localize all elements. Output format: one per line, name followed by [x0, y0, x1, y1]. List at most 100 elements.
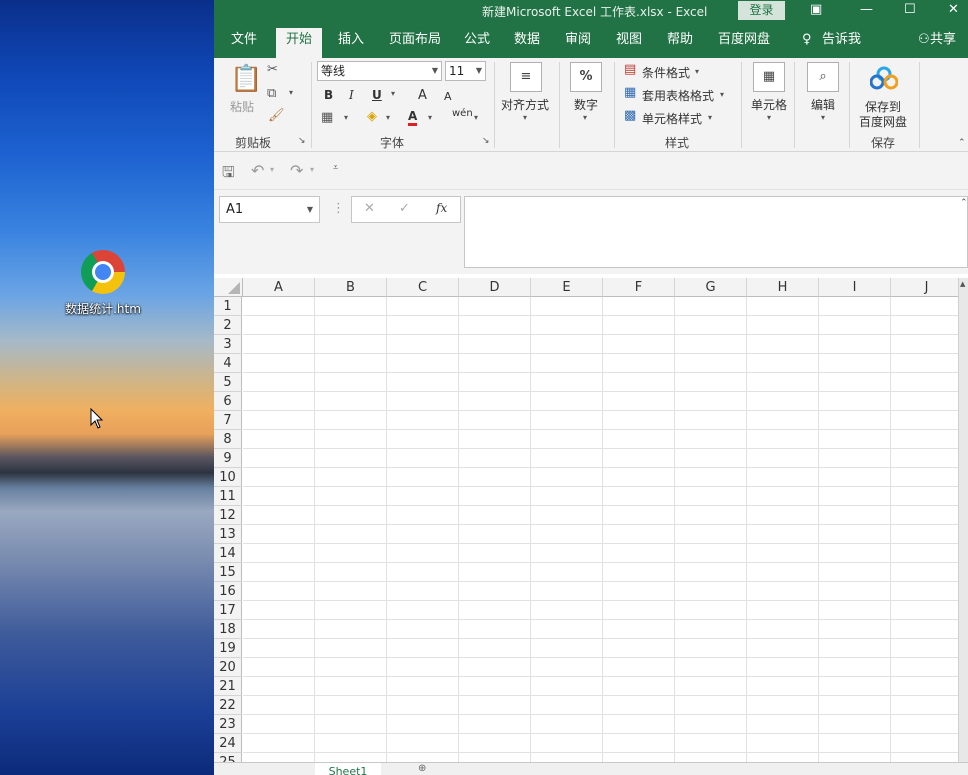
alignment-dropdown-icon[interactable]: ▾	[523, 113, 527, 122]
alignment-button[interactable]: 对齐方式	[501, 96, 549, 113]
row-header-22[interactable]: 22	[214, 696, 242, 715]
chevron-down-icon[interactable]: ▾	[695, 67, 699, 76]
tab-review[interactable]: 审阅	[555, 28, 601, 58]
fill-color-dropdown-icon[interactable]: ▾	[386, 113, 390, 122]
chevron-down-icon[interactable]: ▾	[708, 113, 712, 122]
column-header-f[interactable]: F	[603, 278, 675, 297]
row-header-16[interactable]: 16	[214, 582, 242, 601]
column-header-h[interactable]: H	[747, 278, 819, 297]
redo-icon[interactable]: ↷	[290, 161, 303, 180]
row-header-2[interactable]: 2	[214, 316, 242, 335]
row-header-3[interactable]: 3	[214, 335, 242, 354]
borders-icon[interactable]: ▦	[321, 110, 333, 125]
cells-button[interactable]: 单元格	[751, 96, 787, 113]
row-header-17[interactable]: 17	[214, 601, 242, 620]
column-header-g[interactable]: G	[675, 278, 747, 297]
ribbon-display-options-icon[interactable]: ▣	[810, 2, 822, 17]
row-header-24[interactable]: 24	[214, 734, 242, 753]
bold-button[interactable]: B	[324, 88, 333, 102]
maximize-icon[interactable]: ☐	[904, 2, 916, 17]
row-header-18[interactable]: 18	[214, 620, 242, 639]
format-painter-icon[interactable]: 🖌	[268, 108, 285, 123]
copy-dropdown-icon[interactable]: ▾	[289, 88, 293, 97]
sheet-tab[interactable]: Sheet1	[315, 763, 381, 775]
row-header-15[interactable]: 15	[214, 563, 242, 582]
cell-styles-icon[interactable]: ▩	[624, 108, 636, 123]
row-header-4[interactable]: 4	[214, 354, 242, 373]
row-header-1[interactable]: 1	[214, 297, 242, 316]
desktop-icon-htm-file[interactable]: 数据统计.htm	[58, 250, 148, 317]
editing-dropdown-icon[interactable]: ▾	[821, 113, 825, 122]
select-all-button[interactable]	[214, 278, 243, 297]
row-header-8[interactable]: 8	[214, 430, 242, 449]
collapse-formula-bar-icon[interactable]: ⌃	[960, 198, 968, 208]
borders-dropdown-icon[interactable]: ▾	[344, 113, 348, 122]
row-header-19[interactable]: 19	[214, 639, 242, 658]
grow-font-button[interactable]: A	[418, 88, 427, 103]
paste-icon[interactable]: 📋	[230, 64, 262, 94]
row-header-23[interactable]: 23	[214, 715, 242, 734]
name-box[interactable]: A1 ▼	[219, 196, 320, 223]
search-icon[interactable]: ⌕	[807, 62, 839, 92]
tab-page-layout[interactable]: 页面布局	[379, 28, 451, 58]
font-launcher-icon[interactable]: ↘	[482, 136, 490, 146]
paste-label[interactable]: 粘贴	[230, 98, 254, 115]
cancel-icon[interactable]: ✕	[364, 201, 375, 216]
underline-dropdown-icon[interactable]: ▾	[391, 89, 395, 98]
customize-toolbar-icon[interactable]: ⩡	[333, 163, 338, 173]
column-header-i[interactable]: I	[819, 278, 891, 297]
row-header-14[interactable]: 14	[214, 544, 242, 563]
cell-styles-button[interactable]: 单元格样式	[642, 110, 702, 127]
scroll-up-icon[interactable]: ▲	[960, 280, 965, 288]
phonetic-guide-button[interactable]: wén	[452, 108, 473, 119]
alignment-icon[interactable]: ≡	[510, 62, 542, 92]
row-header-13[interactable]: 13	[214, 525, 242, 544]
tab-data[interactable]: 数据	[504, 28, 550, 58]
number-dropdown-icon[interactable]: ▾	[583, 113, 587, 122]
column-header-e[interactable]: E	[531, 278, 603, 297]
font-color-dropdown-icon[interactable]: ▾	[428, 113, 432, 122]
vertical-scrollbar[interactable]: ▲	[958, 278, 968, 762]
conditional-format-icon[interactable]: ▤	[624, 62, 636, 77]
cells-dropdown-icon[interactable]: ▾	[767, 113, 771, 122]
row-header-9[interactable]: 9	[214, 449, 242, 468]
column-header-c[interactable]: C	[387, 278, 459, 297]
tab-baidu-netdisk[interactable]: 百度网盘	[708, 28, 780, 58]
redo-dropdown-icon[interactable]: ▾	[310, 165, 314, 174]
format-table-button[interactable]: 套用表格格式	[642, 87, 714, 104]
number-format-icon[interactable]: %	[570, 62, 602, 92]
column-header-d[interactable]: D	[459, 278, 531, 297]
baidu-netdisk-icon[interactable]	[870, 66, 898, 90]
row-header-21[interactable]: 21	[214, 677, 242, 696]
copy-icon[interactable]: ⧉	[267, 86, 276, 101]
chevron-down-icon[interactable]: ▾	[720, 90, 724, 99]
row-header-20[interactable]: 20	[214, 658, 242, 677]
save-to-netdisk-line2[interactable]: 百度网盘	[859, 113, 907, 130]
tab-formulas[interactable]: 公式	[454, 28, 500, 58]
tab-tell-me[interactable]: 告诉我	[812, 28, 871, 58]
row-header-7[interactable]: 7	[214, 411, 242, 430]
undo-dropdown-icon[interactable]: ▾	[270, 165, 274, 174]
number-button[interactable]: 数字	[574, 96, 598, 113]
font-name-select[interactable]: 等线 ▼	[317, 61, 442, 81]
column-header-a[interactable]: A	[243, 278, 315, 297]
fill-color-icon[interactable]: ◈	[367, 109, 377, 124]
row-header-12[interactable]: 12	[214, 506, 242, 525]
cut-icon[interactable]: ✂	[267, 62, 278, 77]
cells-icon[interactable]: ▦	[753, 62, 785, 92]
insert-function-button[interactable]: fx	[436, 201, 447, 215]
column-header-b[interactable]: B	[315, 278, 387, 297]
close-icon[interactable]: ✕	[948, 2, 959, 17]
row-header-25[interactable]: 25	[214, 753, 242, 762]
tab-file[interactable]: 文件	[221, 28, 267, 58]
collapse-ribbon-icon[interactable]: ⌃	[958, 138, 966, 148]
font-size-select[interactable]: 11 ▼	[445, 61, 486, 81]
format-table-icon[interactable]: ▦	[624, 85, 636, 100]
save-icon[interactable]: 🖫	[222, 162, 235, 187]
tab-insert[interactable]: 插入	[328, 28, 374, 58]
shrink-font-button[interactable]: A	[444, 90, 452, 103]
undo-icon[interactable]: ↶	[251, 161, 264, 180]
tab-view[interactable]: 视图	[606, 28, 652, 58]
clipboard-launcher-icon[interactable]: ↘	[298, 136, 306, 146]
minimize-icon[interactable]: —	[860, 2, 873, 17]
